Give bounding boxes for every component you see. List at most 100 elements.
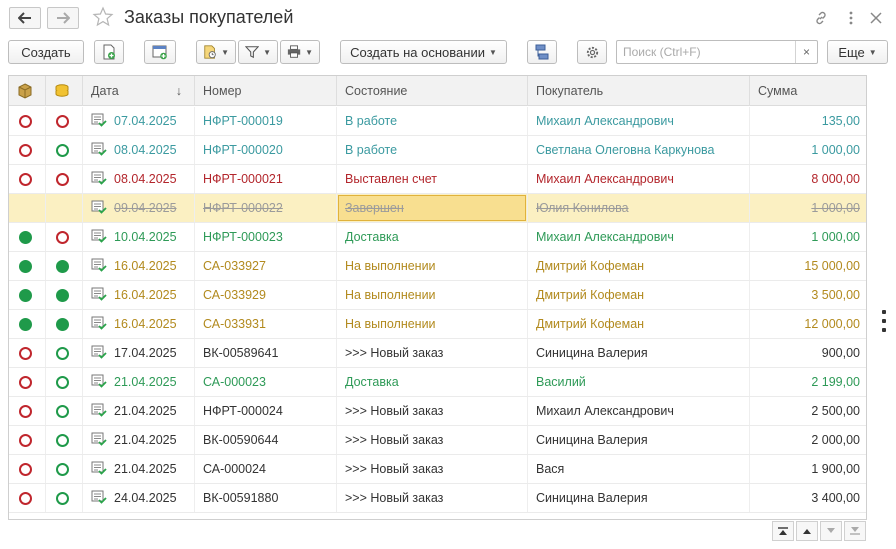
header-state-label: Состояние: [345, 84, 408, 98]
payment-status-icon: [56, 346, 69, 360]
date-text: 08.04.2025: [114, 172, 177, 186]
print-dropdown-button[interactable]: ▼: [280, 40, 320, 64]
header-number[interactable]: Номер: [195, 76, 337, 106]
date-cell: 21.04.2025: [83, 455, 195, 483]
number-cell: НФРТ-000024: [195, 397, 337, 425]
table-row[interactable]: 07.04.2025 НФРТ-000019 В работе Михаил Алек…: [9, 107, 866, 136]
header-amount-label: Сумма: [758, 84, 798, 98]
document-posted-icon: [91, 142, 107, 159]
shipment-status-cell: [9, 426, 46, 454]
link-icon[interactable]: [811, 8, 831, 28]
amount-cell: 2 500,00: [811, 404, 860, 418]
clear-search-button[interactable]: ×: [795, 41, 817, 63]
number-cell: СА-033927: [195, 252, 337, 280]
clear-icon: ×: [802, 45, 810, 59]
scroll-down-button[interactable]: [820, 521, 842, 541]
document-posted-icon: [91, 229, 107, 246]
header-date[interactable]: Дата ↓: [83, 76, 195, 106]
shipment-status-cell: [9, 281, 46, 309]
gear-icon: [586, 46, 598, 58]
date-text: 07.04.2025: [114, 114, 177, 128]
date-text: 21.04.2025: [114, 433, 177, 447]
customer-cell: Вася: [528, 455, 750, 483]
payment-status-icon: [56, 462, 69, 476]
copy-button[interactable]: [94, 40, 124, 64]
payment-status-cell: [46, 339, 83, 367]
payment-status-cell: [46, 484, 83, 512]
create-based-on-label: Создать на основании: [350, 44, 485, 60]
back-button[interactable]: [9, 7, 41, 29]
table-row[interactable]: 17.04.2025 ВК-00589641 >>> Новый заказ Сини…: [9, 339, 866, 368]
payment-status-cell: [46, 281, 83, 309]
more-button[interactable]: Еще ▼: [827, 40, 888, 64]
state-cell: Завершен: [337, 194, 528, 222]
table-row[interactable]: 10.04.2025 НФРТ-000023 Доставка Михаил Алек…: [9, 223, 866, 252]
table-row[interactable]: 09.04.2025 НФРТ-000022 Завершен Юлия Конило…: [9, 194, 866, 223]
table-row[interactable]: 21.04.2025 СА-000024 >>> Новый заказ Вася 1 …: [9, 455, 866, 484]
date-cell: 16.04.2025: [83, 252, 195, 280]
more-vertical-icon[interactable]: [841, 8, 861, 28]
date-cell: 08.04.2025: [83, 136, 195, 164]
star-icon[interactable]: [92, 6, 114, 28]
scroll-to-top-button[interactable]: [772, 521, 794, 541]
amount-cell: 1 000,00: [811, 230, 860, 244]
filter-dropdown-button[interactable]: ▼: [238, 40, 278, 64]
search-field[interactable]: ×: [616, 40, 818, 64]
shipment-status-icon: [19, 230, 32, 244]
date-cell: 16.04.2025: [83, 281, 195, 309]
table-row[interactable]: 24.04.2025 ВК-00591880 >>> Новый заказ Сини…: [9, 484, 866, 513]
date-cell: 09.04.2025: [83, 194, 195, 222]
payment-status-cell: [46, 426, 83, 454]
create-button[interactable]: Создать: [8, 40, 84, 64]
payment-status-cell: [46, 107, 83, 135]
table-row[interactable]: 08.04.2025 НФРТ-000020 В работе Светлана Ол…: [9, 136, 866, 165]
documents-dropdown-button[interactable]: ▼: [196, 40, 236, 64]
shipment-status-cell: [9, 484, 46, 512]
table-row[interactable]: 21.04.2025 НФРТ-000024 >>> Новый заказ Миха…: [9, 397, 866, 426]
document-posted-icon: [91, 345, 107, 362]
close-icon[interactable]: [866, 8, 886, 28]
scroll-to-bottom-button[interactable]: [844, 521, 866, 541]
state-cell: В работе: [337, 136, 528, 164]
number-cell: НФРТ-000022: [195, 194, 337, 222]
create-based-on-button[interactable]: Создать на основании ▼: [340, 40, 507, 64]
drag-handle-icon[interactable]: [879, 310, 889, 336]
payment-status-cell: [46, 455, 83, 483]
payment-status-icon: [56, 317, 69, 331]
settings-button[interactable]: [577, 40, 607, 64]
shipment-status-icon: [19, 172, 32, 186]
header-shipment-status[interactable]: [9, 76, 46, 106]
last-page-icon: [850, 527, 860, 535]
shipment-status-cell: [9, 252, 46, 280]
amount-cell: 3 500,00: [811, 288, 860, 302]
date-cell: 21.04.2025: [83, 397, 195, 425]
structure-button[interactable]: [527, 40, 557, 64]
forward-button[interactable]: [47, 7, 79, 29]
chevron-down-icon: ▼: [221, 47, 229, 57]
header-amount[interactable]: Сумма: [750, 76, 866, 106]
date-text: 21.04.2025: [114, 375, 177, 389]
date-text: 16.04.2025: [114, 259, 177, 273]
shipment-status-icon: [19, 114, 32, 128]
payment-status-cell: [46, 194, 83, 222]
header-customer[interactable]: Покупатель: [528, 76, 750, 106]
header-payment-status[interactable]: [46, 76, 83, 106]
date-cell: 24.04.2025: [83, 484, 195, 512]
header-state[interactable]: Состояние: [337, 76, 528, 106]
shipment-status-icon: [19, 317, 32, 331]
customer-cell: Дмитрий Кофеман: [528, 310, 750, 338]
date-text: 24.04.2025: [114, 491, 177, 505]
document-posted-icon: [91, 171, 107, 188]
document-posted-icon: [91, 432, 107, 449]
table-row[interactable]: 08.04.2025 НФРТ-000021 Выставлен счет Михаи…: [9, 165, 866, 194]
add-window-button[interactable]: [144, 40, 176, 64]
table-row[interactable]: 16.04.2025 СА-033931 На выполнении Дмитрий …: [9, 310, 866, 339]
scroll-up-button[interactable]: [796, 521, 818, 541]
table-row[interactable]: 21.04.2025 ВК-00590644 >>> Новый заказ Сини…: [9, 426, 866, 455]
table-row[interactable]: 16.04.2025 СА-033927 На выполнении Дмитрий …: [9, 252, 866, 281]
shipment-status-cell: [9, 194, 46, 222]
table-row[interactable]: 21.04.2025 СА-000023 Доставка Василий 2 199,…: [9, 368, 866, 397]
search-input[interactable]: [621, 44, 791, 60]
date-text: 16.04.2025: [114, 317, 177, 331]
table-row[interactable]: 16.04.2025 СА-033929 На выполнении Дмитрий …: [9, 281, 866, 310]
